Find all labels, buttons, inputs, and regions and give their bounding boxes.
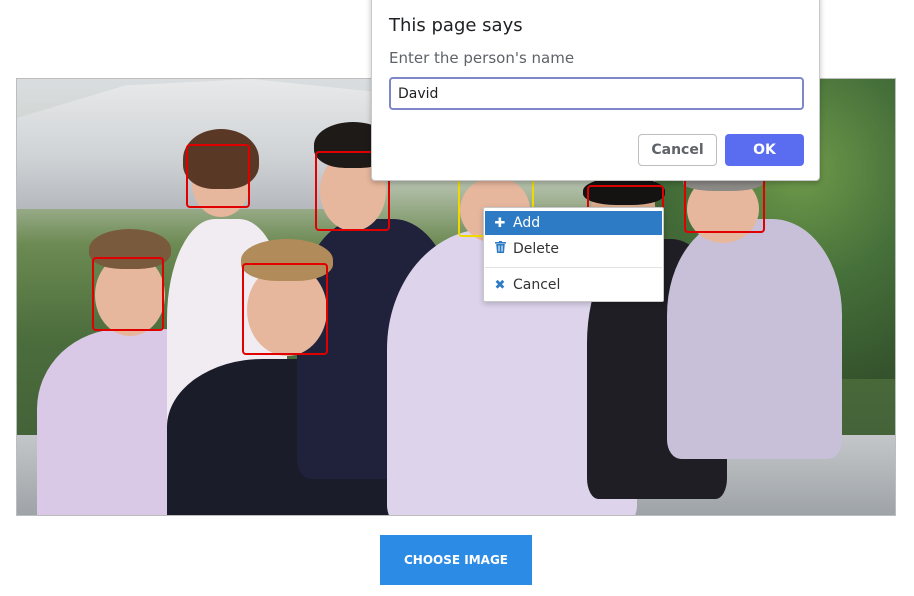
face-box[interactable] xyxy=(92,257,164,331)
prompt-dialog: This page says Enter the person's name C… xyxy=(371,0,820,181)
menu-item-label: Delete xyxy=(513,241,559,257)
plus-icon: ✚ xyxy=(494,215,506,231)
face-box[interactable] xyxy=(186,144,250,208)
x-icon: ✖ xyxy=(494,277,506,293)
menu-divider xyxy=(485,267,662,268)
dialog-title: This page says xyxy=(389,15,523,36)
face-box[interactable] xyxy=(242,263,328,355)
name-input[interactable] xyxy=(389,77,804,110)
trash-icon xyxy=(493,241,507,257)
menu-item-delete[interactable]: Delete xyxy=(485,237,662,261)
face-box[interactable] xyxy=(684,175,765,233)
menu-item-add[interactable]: ✚ Add xyxy=(485,211,662,235)
menu-item-cancel[interactable]: ✖ Cancel xyxy=(485,273,662,297)
dialog-message: Enter the person's name xyxy=(389,49,575,67)
face-context-menu: ✚ Add Delete ✖ Cancel xyxy=(483,207,664,302)
menu-item-label: Cancel xyxy=(513,277,561,293)
choose-image-button[interactable]: CHOOSE IMAGE xyxy=(380,535,532,585)
person-body xyxy=(667,219,842,459)
ok-button[interactable]: OK xyxy=(725,134,804,166)
menu-item-label: Add xyxy=(513,215,541,231)
cancel-button[interactable]: Cancel xyxy=(638,134,717,166)
